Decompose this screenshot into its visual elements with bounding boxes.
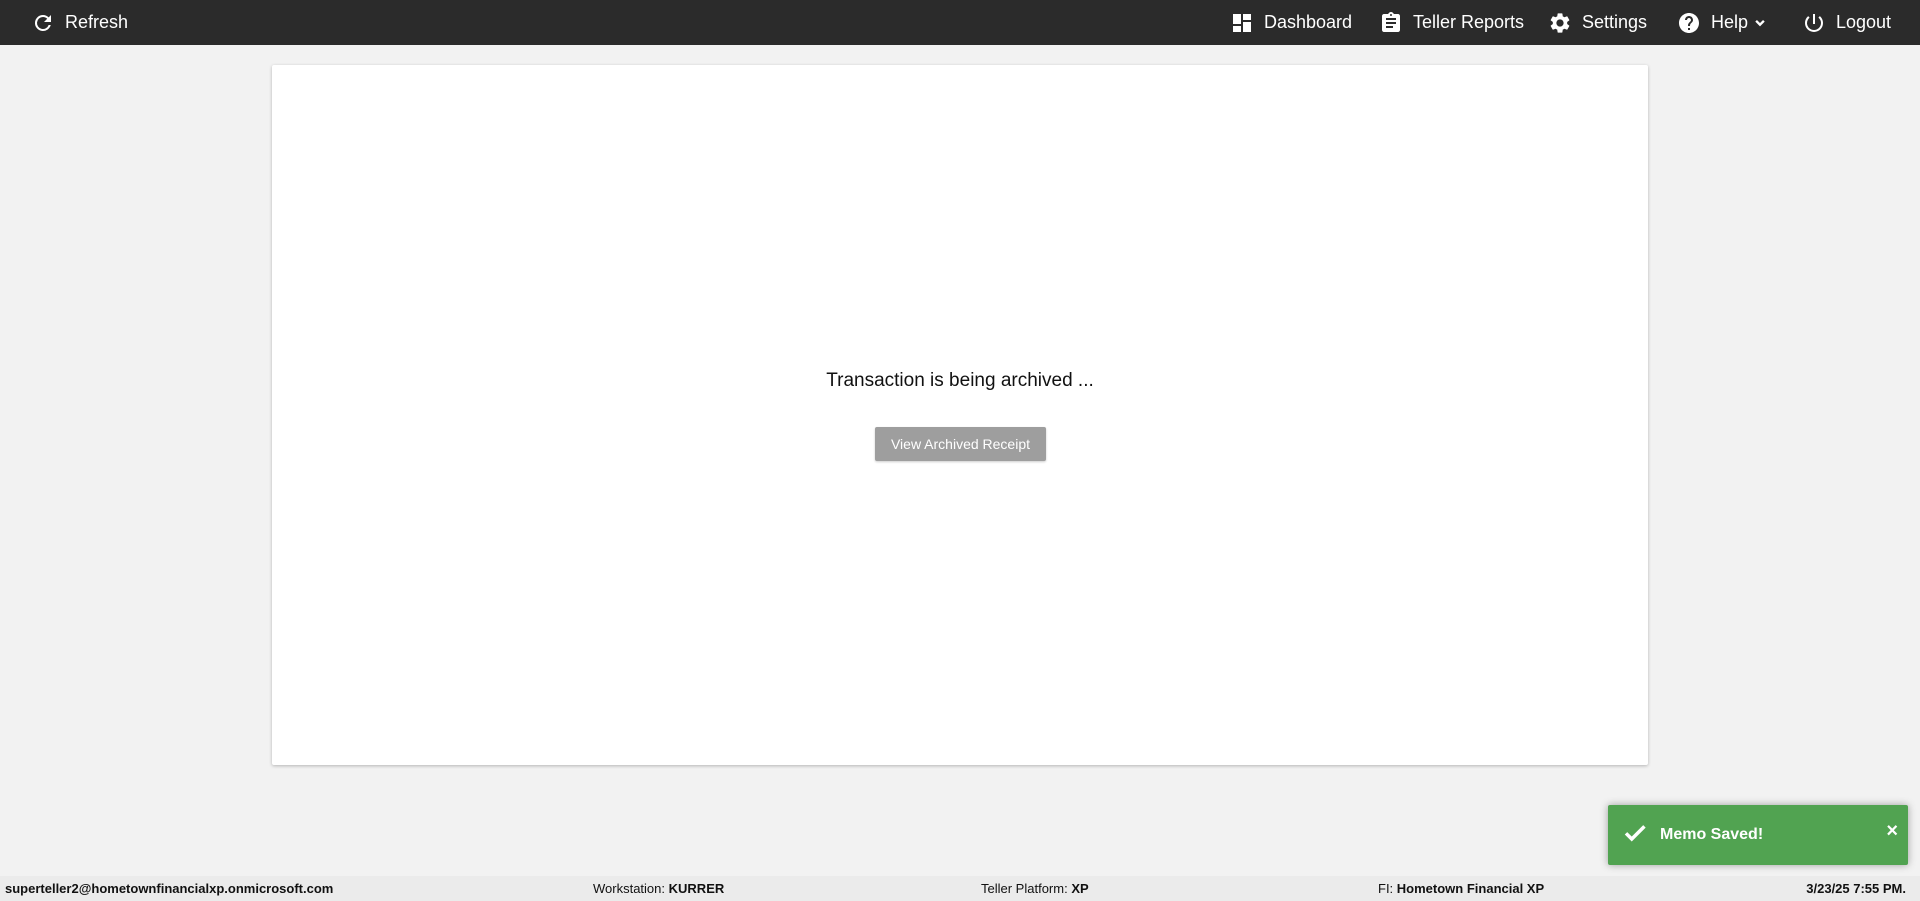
workstation-label: Workstation: [593,881,666,896]
nav-teller-reports-label: Teller Reports [1413,12,1525,32]
dashboard-icon [1230,11,1254,35]
nav-dashboard[interactable]: Dashboard [1230,0,1352,45]
nav-settings[interactable]: Settings [1548,0,1647,45]
nav-help-label: Help [1711,12,1749,32]
toast-close-button[interactable]: × [1886,821,1898,841]
refresh-icon [31,11,55,35]
teller-platform-label: Teller Platform: [981,881,1068,896]
nav-settings-label: Settings [1582,12,1648,32]
fi-value: Hometown Financial XP [1396,881,1545,896]
teller-platform-value: XP [1071,881,1089,896]
toast-message: Memo Saved! [1660,826,1764,843]
nav-teller-reports[interactable]: Teller Reports [1379,0,1524,45]
toast-notification: Memo Saved! × [1608,805,1908,865]
nav-logout-label: Logout [1836,12,1892,32]
footer-workstation: Workstation: KURRER [593,881,724,896]
footer-user: superteller2@hometownfinancialxp.onmicro… [5,881,334,896]
refresh-button[interactable]: Refresh [31,0,128,45]
nav-dashboard-label: Dashboard [1264,12,1353,32]
fi-label: FI: [1378,881,1394,896]
archive-status-message: Transaction is being archived ... [826,370,1094,391]
nav-logout[interactable]: Logout [1802,0,1891,45]
clipboard-icon [1379,11,1403,35]
workstation-value: KURRER [668,881,725,896]
footer-datetime: 3/23/25 7:55 PM. [1806,881,1906,896]
status-footer: superteller2@hometownfinancialxp.onmicro… [0,876,1920,901]
archive-status-card: Transaction is being archived ... View A… [272,65,1648,765]
top-nav-bar: Refresh Dashboard Teller Reports Setting… [0,0,1920,45]
power-icon [1802,11,1826,35]
chevron-down-icon [1748,15,1768,31]
check-icon [1608,820,1648,851]
nav-help-dropdown[interactable]: Help [1677,0,1768,45]
footer-fi: FI: Hometown Financial XP [1378,881,1544,896]
gear-icon [1548,11,1572,35]
view-archived-receipt-button[interactable]: View Archived Receipt [875,427,1046,461]
footer-teller-platform: Teller Platform: XP [981,881,1089,896]
question-circle-icon [1677,11,1701,35]
refresh-label: Refresh [65,12,129,32]
